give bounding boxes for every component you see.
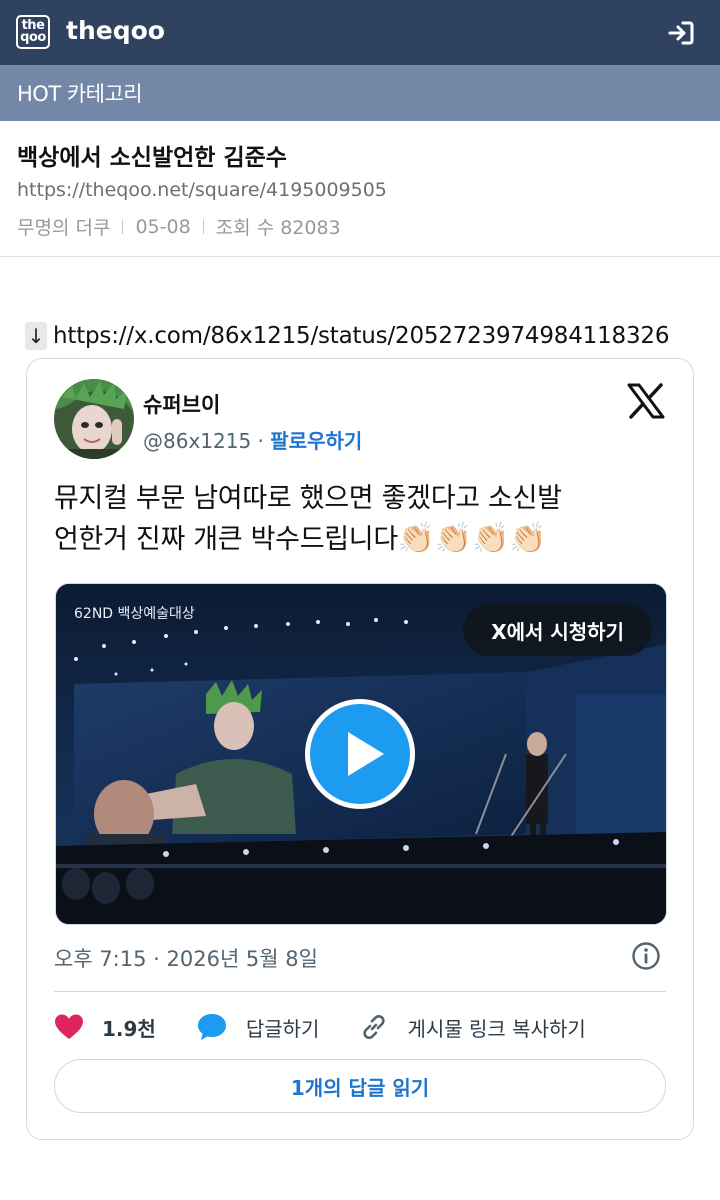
login-icon[interactable] xyxy=(666,18,696,48)
play-button[interactable] xyxy=(305,699,415,809)
clap-emoji: 👏🏻👏🏻👏🏻👏🏻 xyxy=(397,521,547,556)
logo-text-bottom: qoo xyxy=(20,30,46,45)
header-divider xyxy=(0,256,720,257)
post-views: 조회 수 82083 xyxy=(215,217,341,239)
link-icon xyxy=(363,1014,386,1040)
tweet-text-line2-body: 언한거 진짜 개큰 박수드립니다 xyxy=(54,524,398,555)
site-name[interactable]: theqoo xyxy=(66,16,165,45)
tweet-timestamp[interactable]: 오후 7:15 · 2026년 5월 8일 xyxy=(54,943,318,973)
tweet-actions: 1.9천 답글하기 게시물 링크 복사하기 xyxy=(54,1007,626,1047)
avatar[interactable] xyxy=(54,379,134,459)
down-arrow-icon: ↓ xyxy=(25,322,47,350)
post-date: 05-08 xyxy=(135,215,191,238)
tweet-handle-line: @86x1215 · 팔로우하기 xyxy=(143,425,362,454)
copy-link-action[interactable]: 게시물 링크 복사하기 xyxy=(359,1012,586,1042)
handle-dot: · xyxy=(251,429,271,453)
heart-icon xyxy=(55,1014,83,1039)
tweet-text: 뮤지컬 부문 남여따로 했으면 좋겠다고 소신발 언한거 진짜 개큰 박수드립니… xyxy=(54,479,674,560)
card-divider xyxy=(54,991,666,992)
info-icon[interactable] xyxy=(631,941,661,971)
post-title: 백상에서 소신발언한 김준수 xyxy=(17,145,287,171)
top-navigation-bar: the qoo theqoo xyxy=(0,0,720,65)
speech-bubble-icon xyxy=(197,1014,226,1040)
video-thumbnail[interactable]: 62ND 백상예술대상 X에서 시청하기 xyxy=(55,583,667,925)
post-url[interactable]: https://theqoo.net/square/4195009505 xyxy=(17,179,387,201)
tweet-card: 슈퍼브이 @86x1215 · 팔로우하기 뮤지컬 부문 남여따로 했으면 좋겠… xyxy=(26,358,694,1140)
meta-separator xyxy=(202,219,204,234)
post-meta: 무명의 더쿠 05-08 조회 수 82083 xyxy=(17,213,341,240)
category-bar[interactable]: HOT 카테고리 xyxy=(0,65,720,121)
read-replies-button[interactable]: 1개의 답글 읽기 xyxy=(54,1059,666,1113)
reply-label: 답글하기 xyxy=(245,1016,320,1041)
embed-link-url[interactable]: https://x.com/86x1215/status/20527239749… xyxy=(53,323,669,349)
like-button[interactable]: 1.9천 xyxy=(54,1013,156,1042)
x-logo-icon[interactable] xyxy=(627,383,665,419)
play-icon xyxy=(348,732,384,776)
copy-link-label: 게시물 링크 복사하기 xyxy=(407,1016,586,1041)
tweet-text-line1: 뮤지컬 부문 남여따로 했으면 좋겠다고 소신발 xyxy=(54,483,562,514)
tweet-author-name[interactable]: 슈퍼브이 xyxy=(143,389,220,419)
tweet-text-line2: 언한거 진짜 개큰 박수드립니다👏🏻👏🏻👏🏻👏🏻 xyxy=(54,519,674,560)
follow-button[interactable]: 팔로우하기 xyxy=(270,429,362,453)
embed-link-line: ↓ https://x.com/86x1215/status/205272397… xyxy=(25,322,669,350)
reply-action[interactable]: 답글하기 xyxy=(196,1012,320,1042)
site-logo[interactable]: the qoo xyxy=(16,15,50,49)
category-label: HOT 카테고리 xyxy=(17,82,143,106)
watch-on-x-button[interactable]: X에서 시청하기 xyxy=(463,604,652,656)
video-overlay-title: 62ND 백상예술대상 xyxy=(74,606,195,622)
post-author: 무명의 더쿠 xyxy=(17,217,111,239)
like-count: 1.9천 xyxy=(102,1016,156,1041)
meta-separator xyxy=(122,219,124,234)
tweet-handle[interactable]: @86x1215 xyxy=(143,429,251,453)
